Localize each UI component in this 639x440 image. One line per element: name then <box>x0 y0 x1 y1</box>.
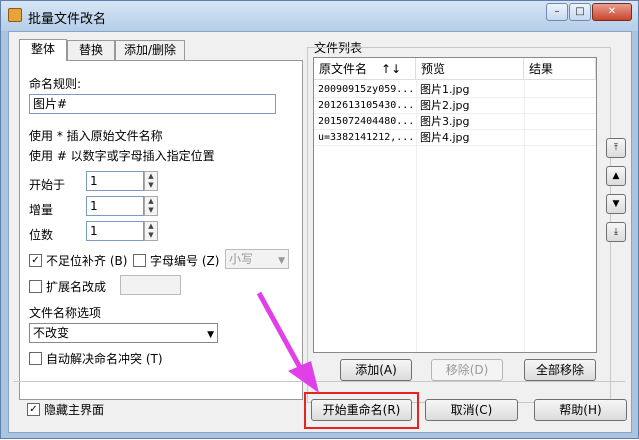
pointer-arrow-icon <box>256 291 319 393</box>
window: 批量文件改名 – □ ✕ 整体 替换 添加/删除 命名规则: 图片# 使用 * … <box>0 0 639 439</box>
tab-overall[interactable]: 整体 <box>19 39 67 61</box>
